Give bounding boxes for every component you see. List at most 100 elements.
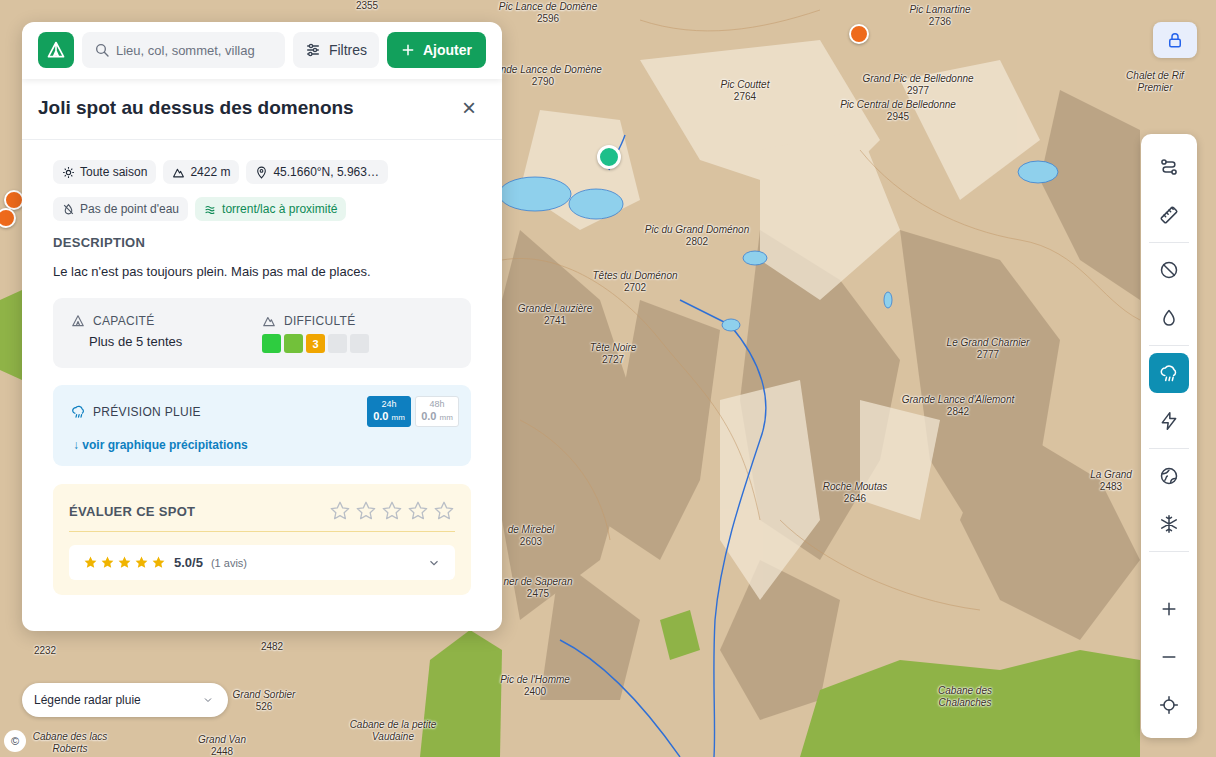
toolbar-button[interactable]	[1149, 401, 1189, 441]
star-icon	[151, 555, 166, 570]
place-elevation: 2777	[947, 349, 1030, 361]
plus-icon	[1159, 599, 1179, 619]
map-label: Tête Noire2727	[590, 342, 637, 366]
toolbar-button[interactable]	[1149, 637, 1189, 677]
route-icon	[1159, 157, 1179, 177]
map-label: Chalet de Rif Premier	[1120, 70, 1190, 94]
map-label: Pic Couttet2764	[721, 79, 770, 103]
place-elevation: 2448	[198, 746, 246, 757]
toolbar-group	[1149, 582, 1189, 732]
toolbar-button[interactable]	[1149, 298, 1189, 338]
difficulty-segment: 3	[306, 334, 325, 353]
rain-cloud-icon	[71, 404, 86, 419]
chip-label: 45.1660°N, 5.963…	[273, 165, 379, 179]
chip-row: Toute saison 2422 m 45.1660°N, 5.963…	[53, 160, 471, 184]
place-name: Cabane des Chalanches	[925, 685, 1005, 709]
place-name: Grand Pic de Belledonne	[862, 73, 973, 85]
search-field[interactable]: Lieu, col, sommet, villag	[82, 32, 285, 68]
rain-tab[interactable]: 48h0.0 mm	[415, 396, 459, 427]
ban-icon	[1159, 260, 1179, 280]
map-label: Grand Sorbier526	[233, 689, 296, 713]
precipitation-chart-link[interactable]: ↓ voir graphique précipitations	[71, 438, 459, 452]
spot-marker[interactable]	[597, 145, 621, 169]
ruler-icon	[1159, 205, 1179, 225]
star-icon[interactable]	[355, 500, 377, 522]
star-icon[interactable]	[407, 500, 429, 522]
place-elevation: 2727	[590, 354, 637, 366]
toolbar-group	[1149, 140, 1189, 243]
star-icon	[134, 555, 149, 570]
difficulty-segment	[262, 334, 281, 353]
info-chip: 2422 m	[163, 160, 239, 184]
map-label: Cabane des Chalanches	[925, 685, 1005, 709]
rain-tab-label: 48h	[420, 399, 454, 410]
chip-label: 2422 m	[190, 165, 230, 179]
star-icon[interactable]	[381, 500, 403, 522]
add-label: Ajouter	[423, 42, 472, 58]
no-water-icon	[62, 203, 75, 216]
toolbar-button[interactable]	[1149, 353, 1189, 393]
info-chip: Toute saison	[53, 160, 156, 184]
drop-icon	[1159, 308, 1179, 328]
place-elevation: 2741	[518, 315, 593, 327]
toolbar-button[interactable]	[1149, 250, 1189, 290]
map-label: Grande Lauzière2741	[518, 303, 593, 327]
mountain-icon	[172, 166, 185, 179]
lock-icon	[1166, 31, 1184, 49]
map-label: Pic de l'Homme2400	[500, 674, 570, 698]
map-toolbar	[1141, 134, 1197, 738]
toolbar-button[interactable]	[1149, 685, 1189, 725]
spot-marker[interactable]	[849, 24, 869, 44]
minus-icon	[1159, 647, 1179, 667]
mountain-icon	[262, 314, 276, 328]
rating-score: 5.0/5	[174, 555, 203, 570]
description-text: Le lac n'est pas toujours plein. Mais pa…	[53, 264, 471, 279]
toolbar-button[interactable]	[1149, 147, 1189, 187]
chevron-down-icon	[427, 556, 441, 570]
rain-tab-value: 0.0 mm	[420, 410, 454, 424]
spot-marker[interactable]	[4, 190, 24, 210]
logo[interactable]	[38, 32, 74, 68]
rating-header: ÉVALUER CE SPOT	[69, 500, 455, 532]
tag-row: Pas de point d'eautorrent/lac à proximit…	[53, 197, 471, 221]
map-app: 2355 Pic Lance de Domène2596 Pic Lamartine…	[0, 0, 1216, 757]
place-name: Pic Lance de Domène	[499, 1, 597, 13]
map-label: Pic Lamartine2736	[909, 4, 970, 28]
toolbar-group	[1149, 243, 1189, 346]
capacity-value: Plus de 5 tentes	[71, 334, 262, 349]
add-button[interactable]: Ajouter	[387, 32, 486, 68]
rain-tab[interactable]: 24h0.0 mm	[367, 396, 411, 427]
star-icon	[83, 555, 98, 570]
toolbar-button[interactable]	[1149, 504, 1189, 544]
attribution-button[interactable]: ©	[4, 730, 26, 752]
rating-input[interactable]	[329, 500, 455, 522]
rating-card: ÉVALUER CE SPOT 5.0/5(1 avis)	[53, 484, 471, 595]
lock-button[interactable]	[1153, 22, 1197, 58]
panel-content: Toute saison 2422 m 45.1660°N, 5.963… Pas d…	[22, 140, 502, 631]
rain-tab-label: 24h	[372, 399, 406, 410]
search-icon	[94, 42, 110, 58]
toolbar-button[interactable]	[1149, 195, 1189, 235]
difficulty-block: DIFFICULTÉ3	[262, 314, 453, 353]
rain-legend-dropdown[interactable]: Légende radar pluie	[22, 683, 228, 717]
star-icon[interactable]	[329, 500, 351, 522]
toolbar-button[interactable]	[1149, 589, 1189, 629]
terrain-base	[0, 0, 1216, 757]
rating-summary[interactable]: 5.0/5(1 avis)	[69, 545, 455, 580]
filters-button[interactable]: Filtres	[293, 32, 379, 68]
difficulty-segment	[328, 334, 347, 353]
star-icon	[117, 555, 132, 570]
place-elevation: 2596	[499, 13, 597, 25]
toolbar-button[interactable]	[1149, 456, 1189, 496]
star-icon[interactable]	[433, 500, 455, 522]
place-elevation: 2945	[840, 111, 956, 123]
place-elevation: 2355	[356, 0, 378, 12]
plus-icon	[401, 43, 415, 57]
place-name: Pic Lamartine	[909, 4, 970, 16]
toolbar-group	[1149, 449, 1189, 552]
rain-icon	[1159, 363, 1179, 383]
close-button[interactable]: ×	[462, 96, 476, 120]
place-elevation: 2482	[261, 641, 283, 653]
place-elevation: 2736	[909, 16, 970, 28]
capacity-card: CAPACITÉPlus de 5 tentesDIFFICULTÉ3	[53, 298, 471, 368]
